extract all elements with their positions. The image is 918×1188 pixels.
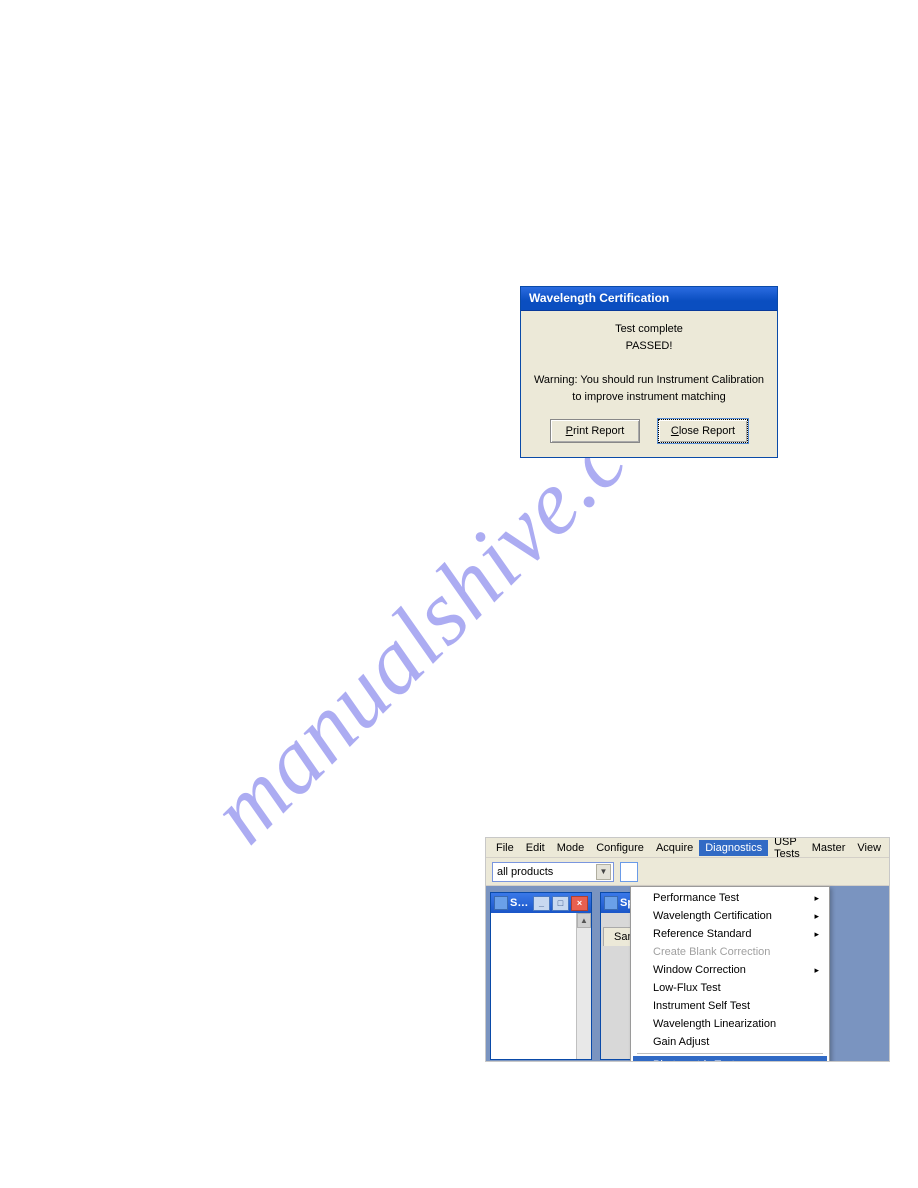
- new-document-icon[interactable]: [620, 862, 638, 882]
- menu-diagnostics[interactable]: Diagnostics: [699, 840, 768, 856]
- maximize-button[interactable]: □: [552, 896, 569, 911]
- window-title-left: Sa...: [510, 897, 531, 909]
- menu-item-instrument-self-test[interactable]: Instrument Self Test: [633, 997, 827, 1015]
- window-icon: [604, 896, 618, 910]
- menu-item-window-correction[interactable]: Window Correction▸: [633, 961, 827, 979]
- menu-view[interactable]: View: [851, 840, 887, 856]
- dialog-line-passed: PASSED!: [533, 338, 765, 355]
- print-report-button[interactable]: Print Report: [550, 419, 640, 443]
- chevron-down-icon: ▼: [596, 864, 611, 880]
- toolbar: all products ▼: [486, 858, 889, 886]
- menu-edit[interactable]: Edit: [520, 840, 551, 856]
- menu-item-low-flux-test[interactable]: Low-Flux Test: [633, 979, 827, 997]
- scroll-up-icon: ▲: [577, 913, 591, 928]
- close-button[interactable]: ×: [571, 896, 588, 911]
- dialog-titlebar: Wavelength Certification: [521, 287, 777, 311]
- dialog-warning-line1: Warning: You should run Instrument Calib…: [533, 372, 765, 389]
- menu-item-photometric-test[interactable]: Photometric Test: [633, 1056, 827, 1062]
- sample-list-window: Sa... _ □ × ▲: [490, 892, 592, 1060]
- scrollbar[interactable]: ▲: [576, 913, 591, 1059]
- menu-item-reference-standard[interactable]: Reference Standard▸: [633, 925, 827, 943]
- minimize-button[interactable]: _: [533, 896, 550, 911]
- menu-item-performance-test[interactable]: Performance Test▸: [633, 889, 827, 907]
- submenu-arrow-icon: ▸: [814, 965, 819, 976]
- window-icon: [494, 896, 508, 910]
- menu-separator: [637, 1053, 823, 1054]
- dialog-line-test-complete: Test complete: [533, 321, 765, 338]
- menu-file[interactable]: File: [490, 840, 520, 856]
- mdi-workspace: Sa... _ □ × ▲ Spectr Sample Performa: [486, 886, 889, 1062]
- menu-mode[interactable]: Mode: [551, 840, 591, 856]
- submenu-arrow-icon: ▸: [814, 911, 819, 922]
- menu-item-wavelength-linearization[interactable]: Wavelength Linearization: [633, 1015, 827, 1033]
- submenu-arrow-icon: ▸: [814, 893, 819, 904]
- menu-item-wavelength-certification[interactable]: Wavelength Certification▸: [633, 907, 827, 925]
- product-filter-value: all products: [497, 866, 553, 878]
- menu-master[interactable]: Master: [806, 840, 852, 856]
- diagnostics-menu: Performance Test▸ Wavelength Certificati…: [630, 886, 830, 1062]
- menu-usp-tests[interactable]: USP Tests: [768, 837, 806, 862]
- product-filter-dropdown[interactable]: all products ▼: [492, 862, 614, 882]
- dialog-warning-line2: to improve instrument matching: [533, 389, 765, 406]
- dialog-button-row: Print Report Close Report: [521, 419, 777, 457]
- close-report-button[interactable]: Close Report: [658, 419, 748, 443]
- application-window: File Edit Mode Configure Acquire Diagnos…: [485, 837, 890, 1062]
- menu-item-gain-adjust[interactable]: Gain Adjust: [633, 1033, 827, 1051]
- menu-acquire[interactable]: Acquire: [650, 840, 699, 856]
- submenu-arrow-icon: ▸: [814, 929, 819, 940]
- menubar: File Edit Mode Configure Acquire Diagnos…: [486, 838, 889, 858]
- menu-configure[interactable]: Configure: [590, 840, 650, 856]
- menu-item-create-blank-correction: Create Blank Correction: [633, 943, 827, 961]
- dialog-body: Test complete PASSED! Warning: You shoul…: [521, 311, 777, 419]
- wavelength-certification-dialog: Wavelength Certification Test complete P…: [520, 286, 778, 458]
